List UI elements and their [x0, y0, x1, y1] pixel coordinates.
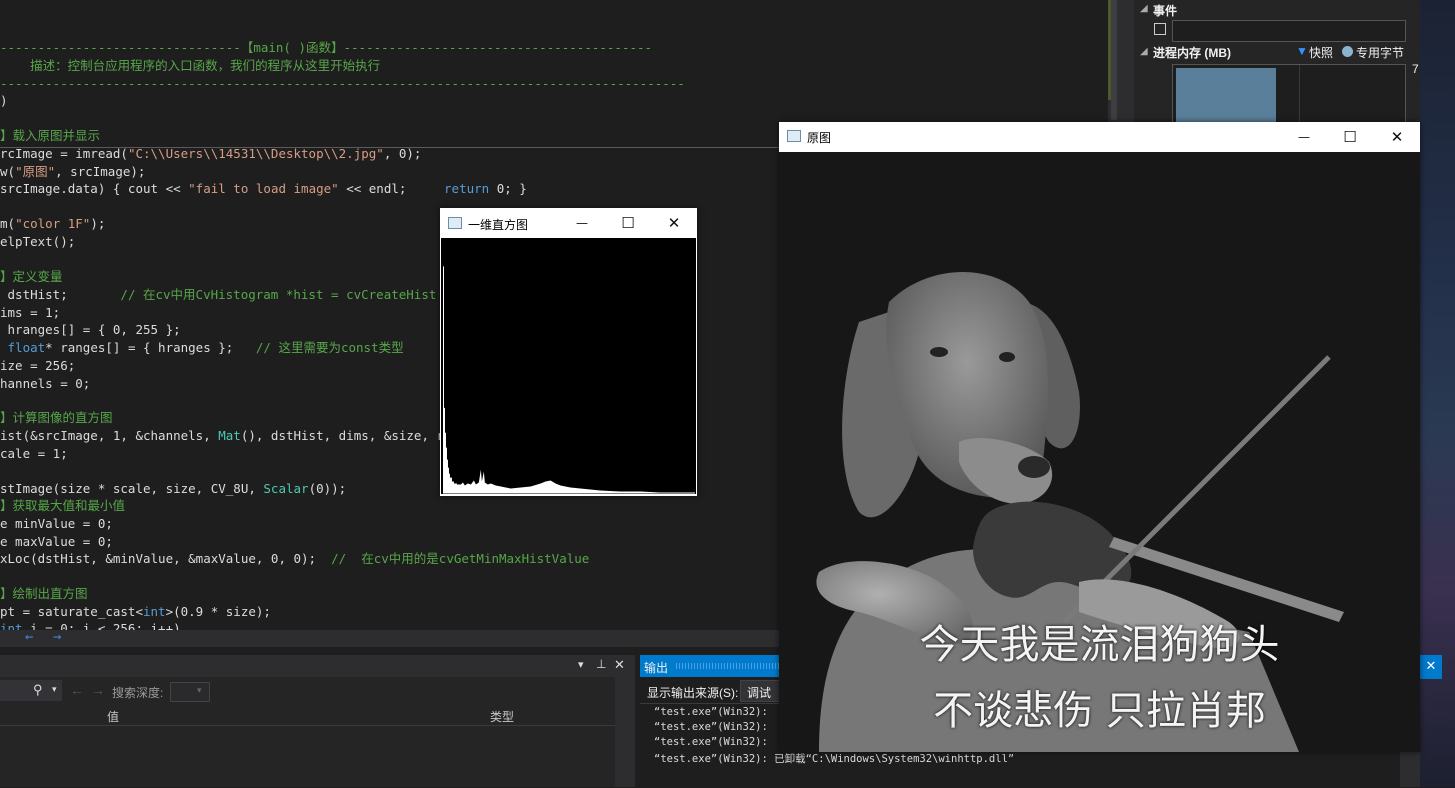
code-line[interactable]: ) — [0, 92, 8, 109]
code-line[interactable]: --------------------------------【main( )… — [0, 39, 652, 56]
code-line[interactable]: ize = 256; — [0, 357, 75, 374]
close-panel-icon[interactable]: ✕ — [614, 657, 625, 673]
code-line[interactable]: 】绘制出直方图 — [0, 585, 88, 602]
minimize-button[interactable]: — — [1281, 122, 1327, 152]
memory-graph[interactable] — [1172, 64, 1406, 124]
histogram-window-titlebar[interactable]: 一维直方图 — ☐ ✕ — [440, 208, 697, 238]
output-source-value: 调试 — [747, 686, 772, 700]
events-track-icon — [1154, 23, 1166, 35]
window-title: 一维直方图 — [468, 218, 529, 232]
code-line[interactable]: hranges[] = { 0, 255 }; — [0, 321, 181, 338]
histogram-canvas — [441, 238, 696, 494]
snapshot-legend-label: 快照 — [1309, 46, 1334, 60]
snapshot-marker-icon: ▼ — [1296, 44, 1308, 58]
close-output-panel-icon[interactable]: ✕ — [1420, 655, 1442, 679]
meme-caption-line1: 今天我是流泪狗狗头 — [919, 622, 1280, 668]
image-window[interactable]: 原图 — ☐ ✕ 今天我是流泪狗狗头 不谈悲伤 只拉肖邦 — [779, 122, 1420, 752]
image-window-titlebar[interactable]: 原图 — ☐ ✕ — [779, 122, 1420, 152]
navigate-back-icon[interactable]: ← — [25, 629, 33, 645]
close-button[interactable]: ✕ — [652, 208, 696, 238]
code-line[interactable]: 】定义变量 — [0, 268, 63, 285]
output-line: “test.exe”(Win32): — [654, 706, 768, 718]
grayscale-image: 今天我是流泪狗狗头 不谈悲伤 只拉肖邦 — [779, 152, 1420, 752]
search-back-icon[interactable]: ← — [70, 682, 84, 698]
process-memory-label: 进程内存 (MB) — [1153, 46, 1231, 60]
histogram-plot — [442, 266, 696, 494]
dropdown-arrow-icon[interactable]: ▾ — [578, 658, 584, 671]
events-timeline[interactable] — [1172, 20, 1406, 42]
events-label: 事件 — [1153, 4, 1178, 18]
editor-navigation-bar: ← → — [0, 629, 780, 647]
collapse-triangle-icon[interactable]: ◢ — [1140, 3, 1148, 14]
search-box[interactable]: ⚲ ▾ — [0, 680, 62, 701]
meme-caption-line2: 不谈悲伤 只拉肖邦 — [933, 688, 1266, 734]
panel-grip — [676, 663, 786, 669]
scrollbar-thumb[interactable] — [1111, 0, 1117, 120]
app-icon — [448, 217, 462, 229]
dog-eye — [930, 347, 948, 357]
search-icon[interactable]: ⚲ — [33, 682, 43, 698]
code-line[interactable]: hannels = 0; — [0, 375, 90, 392]
minimize-button[interactable]: — — [560, 208, 604, 238]
dog-nose — [1018, 456, 1050, 478]
code-line[interactable]: ist(&srcImage, 1, &channels, Mat(), dstH… — [0, 427, 467, 444]
memory-y-max-right: 7 — [1412, 62, 1419, 76]
column-header-type[interactable]: 类型 — [490, 708, 514, 725]
code-line[interactable]: ----------------------------------------… — [0, 75, 685, 92]
grid-header: 值 类型 — [0, 705, 615, 726]
collapse-triangle-icon[interactable]: ◢ — [1140, 46, 1148, 57]
close-button[interactable]: ✕ — [1374, 122, 1420, 152]
code-line[interactable]: float* ranges[] = { hranges }; // 这里需要为c… — [0, 339, 404, 356]
code-line[interactable]: stImage(size * scale, size, CV_8U, Scala… — [0, 480, 346, 497]
code-line[interactable]: cale = 1; — [0, 445, 68, 462]
column-header-value[interactable]: 值 — [107, 708, 119, 725]
code-line[interactable]: e minValue = 0; — [0, 515, 113, 532]
navigate-forward-icon[interactable]: → — [53, 629, 61, 645]
output-line: “test.exe”(Win32): 已卸载“C:\Windows\System… — [654, 753, 1015, 765]
search-depth-select[interactable]: ▾ — [170, 682, 210, 702]
window-title: 原图 — [807, 131, 832, 145]
locals-watch-panel: ▾ ⊥ ✕ ⚲ ▾ ← → 搜索深度: ▾ 值 类型 — [0, 655, 635, 787]
maximize-button[interactable]: ☐ — [1327, 122, 1373, 152]
diagnostic-tools-panel: ◢ 事件 ◢ 进程内存 (MB) ▼ 快照 专用字节 7 7 — [1134, 0, 1420, 124]
output-source-label: 显示输出来源(S): — [647, 686, 739, 700]
histogram-window[interactable]: 一维直方图 — ☐ ✕ — [440, 208, 697, 496]
panel-scrollbar[interactable] — [615, 677, 635, 787]
histogram-bins — [442, 266, 696, 494]
code-line[interactable]: srcImage.data) { cout << "fail to load i… — [0, 180, 527, 197]
panel-header: ▾ ⊥ ✕ — [0, 655, 635, 677]
output-line: “test.exe”(Win32): — [654, 736, 768, 748]
private-bytes-legend-label: 专用字节 — [1356, 46, 1405, 60]
private-bytes-legend-icon — [1342, 46, 1353, 57]
code-line[interactable]: e maxValue = 0; — [0, 533, 113, 550]
search-depth-label: 搜索深度: — [112, 686, 164, 700]
code-line[interactable]: w("原图", srcImage); — [0, 163, 145, 180]
output-line: “test.exe”(Win32): — [654, 721, 768, 733]
graph-gridline — [1299, 65, 1300, 123]
code-line[interactable]: elpText(); — [0, 233, 75, 250]
code-line[interactable]: 】获取最大值和最小值 — [0, 497, 125, 514]
app-icon — [787, 130, 801, 142]
output-panel-title: 输出 — [644, 661, 669, 675]
code-line[interactable]: dstHist; // 在cv中用CvHistogram *hist = cvC… — [0, 286, 437, 303]
code-line[interactable]: 】载入原图并显示 — [0, 127, 100, 144]
search-forward-icon[interactable]: → — [91, 682, 105, 698]
current-line-highlight — [0, 147, 780, 148]
search-dropdown-icon[interactable]: ▾ — [52, 684, 57, 695]
chevron-down-icon[interactable]: ▾ — [197, 685, 202, 696]
code-line[interactable]: ims = 1; — [0, 304, 60, 321]
code-line[interactable]: 描述：控制台应用程序的入口函数，我们的程序从这里开始执行 — [0, 57, 380, 74]
dog-eye — [999, 352, 1015, 362]
pin-icon[interactable]: ⊥ — [596, 657, 606, 671]
code-line[interactable]: pt = saturate_cast<int>(0.9 * size); — [0, 603, 271, 620]
code-line[interactable]: xLoc(dstHist, &minValue, &maxValue, 0, 0… — [0, 550, 589, 567]
code-line[interactable]: m("color 1F"); — [0, 215, 105, 232]
memory-usage-area — [1176, 68, 1276, 123]
code-line[interactable]: 】计算图像的直方图 — [0, 409, 113, 426]
output-source-select[interactable]: 调试 — [740, 680, 782, 702]
maximize-button[interactable]: ☐ — [606, 208, 650, 238]
